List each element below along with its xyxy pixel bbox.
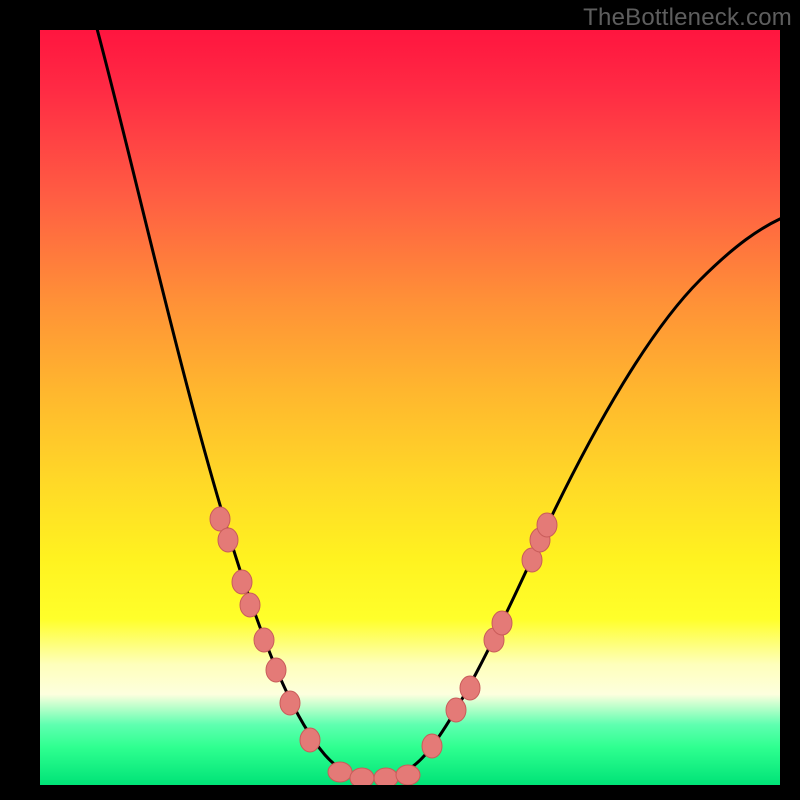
data-points-right-branch: [422, 513, 557, 758]
chart-frame: TheBottleneck.com: [0, 0, 800, 800]
watermark-text: TheBottleneck.com: [583, 4, 792, 32]
bottleneck-curve: [40, 30, 780, 785]
data-points-bottom: [328, 762, 420, 785]
data-points-left-branch: [210, 507, 320, 752]
plot-area: [40, 30, 780, 785]
main-curve-path: [96, 30, 780, 778]
